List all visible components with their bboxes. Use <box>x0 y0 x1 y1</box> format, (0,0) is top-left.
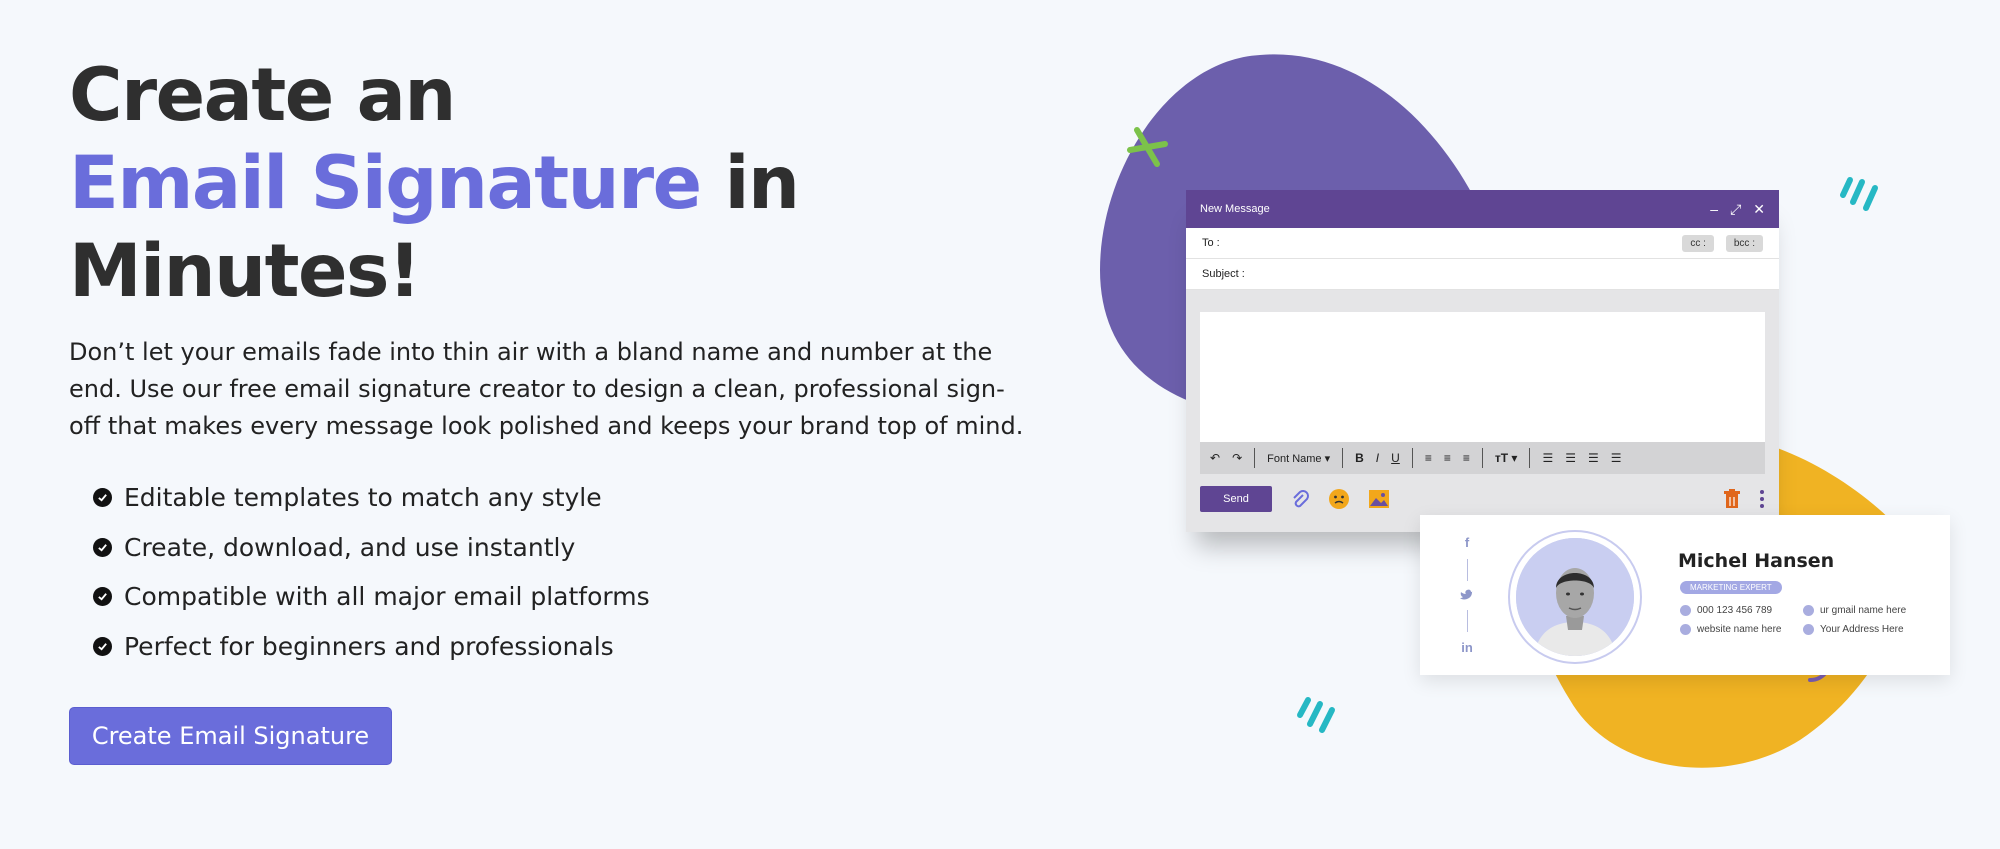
subject-label: Subject : <box>1202 268 1245 280</box>
check-icon <box>93 636 112 656</box>
website-item: website name here <box>1680 624 1795 635</box>
avatar-ring <box>1508 530 1642 664</box>
phone-item: 000 123 456 789 <box>1680 605 1795 616</box>
font-name-select[interactable]: Font Name ▾ <box>1267 452 1330 465</box>
person-photo <box>1516 538 1634 656</box>
feature-text: Editable templates to match any style <box>124 483 602 513</box>
create-signature-button[interactable]: Create Email Signature <box>69 707 392 765</box>
cc-button[interactable]: cc : <box>1682 234 1714 252</box>
window-controls: – ⤢ ✕ <box>1710 201 1765 218</box>
subject-row[interactable]: Subject : <box>1186 259 1779 290</box>
toolbar-divider <box>1411 448 1413 468</box>
trash-icon[interactable] <box>1723 489 1741 509</box>
image-icon[interactable] <box>1368 489 1390 509</box>
more-options-icon[interactable] <box>1759 489 1765 509</box>
signature-contact-grid: 000 123 456 789 ur gmail name here websi… <box>1680 605 1933 635</box>
social-links: f in <box>1460 535 1474 655</box>
bullet-list-icon[interactable]: ☰ <box>1565 451 1576 465</box>
send-row: Send <box>1200 486 1765 512</box>
indent-icon[interactable]: ☰ <box>1611 451 1622 465</box>
hero-section: Create an Email Signature in Minutes! Do… <box>69 52 1029 671</box>
address-item: Your Address Here <box>1803 624 1933 635</box>
check-icon <box>93 488 112 508</box>
format-toolbar: ↶ ↷ Font Name ▾ B I U ≡ ≡ ≡ ᴛT ▾ ☰ ☰ ☰ ☰ <box>1200 442 1765 474</box>
title-line-1: Create an <box>69 53 456 138</box>
signature-preview-card: f in Michel Hansen MARKETING EXPERT 000 … <box>1420 515 1950 675</box>
send-button[interactable]: Send <box>1200 486 1272 512</box>
redo-icon[interactable]: ↷ <box>1232 451 1242 465</box>
text-size-icon[interactable]: ᴛT ▾ <box>1495 451 1518 465</box>
align-center-icon[interactable]: ≡ <box>1444 451 1451 465</box>
toolbar-divider <box>1529 448 1531 468</box>
window-titlebar: New Message – ⤢ ✕ <box>1186 190 1779 228</box>
signature-name: Michel Hansen <box>1678 550 1835 572</box>
title-in: in <box>700 141 801 226</box>
feature-text: Create, download, and use instantly <box>124 532 576 562</box>
twitter-icon[interactable] <box>1460 589 1474 601</box>
feature-list: Editable templates to match any style Cr… <box>69 473 1029 671</box>
location-icon <box>1803 624 1814 635</box>
avatar <box>1516 538 1634 656</box>
email-compose-window: New Message – ⤢ ✕ To : cc : bcc : Subjec… <box>1186 190 1779 532</box>
emoji-icon[interactable] <box>1328 488 1350 510</box>
feature-item: Create, download, and use instantly <box>93 523 1029 573</box>
check-icon <box>93 537 112 557</box>
social-divider <box>1466 609 1468 632</box>
to-row[interactable]: To : cc : bcc : <box>1186 228 1779 259</box>
attachment-icon[interactable] <box>1290 489 1310 509</box>
mail-icon <box>1803 605 1814 616</box>
numbered-list-icon[interactable]: ☰ <box>1542 451 1553 465</box>
minimize-icon[interactable]: – <box>1710 201 1718 218</box>
feature-item: Compatible with all major email platform… <box>93 572 1029 622</box>
check-icon <box>93 587 112 607</box>
align-right-icon[interactable]: ≡ <box>1463 451 1470 465</box>
align-left-icon[interactable]: ≡ <box>1425 451 1432 465</box>
title-accent: Email Signature <box>69 141 702 226</box>
message-body[interactable] <box>1200 312 1765 442</box>
feature-item: Perfect for beginners and professionals <box>93 622 1029 672</box>
close-icon[interactable]: ✕ <box>1753 201 1765 218</box>
address-text: Your Address Here <box>1820 624 1904 635</box>
phone-icon <box>1680 605 1691 616</box>
globe-icon <box>1680 624 1691 635</box>
signature-role-badge: MARKETING EXPERT <box>1680 581 1782 594</box>
undo-icon[interactable]: ↶ <box>1210 451 1220 465</box>
expand-icon[interactable]: ⤢ <box>1730 201 1741 218</box>
dash-decor-bottom <box>1297 697 1335 733</box>
feature-text: Perfect for beginners and professionals <box>124 631 614 661</box>
window-title: New Message <box>1200 203 1270 215</box>
toolbar-divider <box>1481 448 1483 468</box>
email-text: ur gmail name here <box>1820 605 1907 616</box>
facebook-icon[interactable]: f <box>1465 535 1469 550</box>
feature-item: Editable templates to match any style <box>93 473 1029 523</box>
italic-icon[interactable]: I <box>1376 451 1379 465</box>
toolbar-divider <box>1342 448 1344 468</box>
hero-title: Create an Email Signature in Minutes! <box>69 52 1029 316</box>
linkedin-icon[interactable]: in <box>1461 640 1473 655</box>
to-label: To : <box>1202 237 1220 249</box>
website-text: website name here <box>1697 624 1782 635</box>
email-item: ur gmail name here <box>1803 605 1933 616</box>
phone-text: 000 123 456 789 <box>1697 605 1773 616</box>
outdent-icon[interactable]: ☰ <box>1588 451 1599 465</box>
underline-icon[interactable]: U <box>1391 451 1400 465</box>
title-line-2: Email Signature in <box>69 140 1029 228</box>
feature-text: Compatible with all major email platform… <box>124 582 650 612</box>
toolbar-divider <box>1254 448 1256 468</box>
bold-icon[interactable]: B <box>1355 451 1364 465</box>
title-line-3: Minutes! <box>69 229 421 314</box>
hero-description: Don’t let your emails fade into thin air… <box>69 338 1024 440</box>
hero-illustration: New Message – ⤢ ✕ To : cc : bcc : Subjec… <box>1080 40 1980 780</box>
social-divider <box>1466 558 1468 581</box>
dash-decor-top <box>1840 177 1878 211</box>
bcc-button[interactable]: bcc : <box>1725 234 1763 252</box>
font-name-label: Font Name <box>1267 452 1322 465</box>
